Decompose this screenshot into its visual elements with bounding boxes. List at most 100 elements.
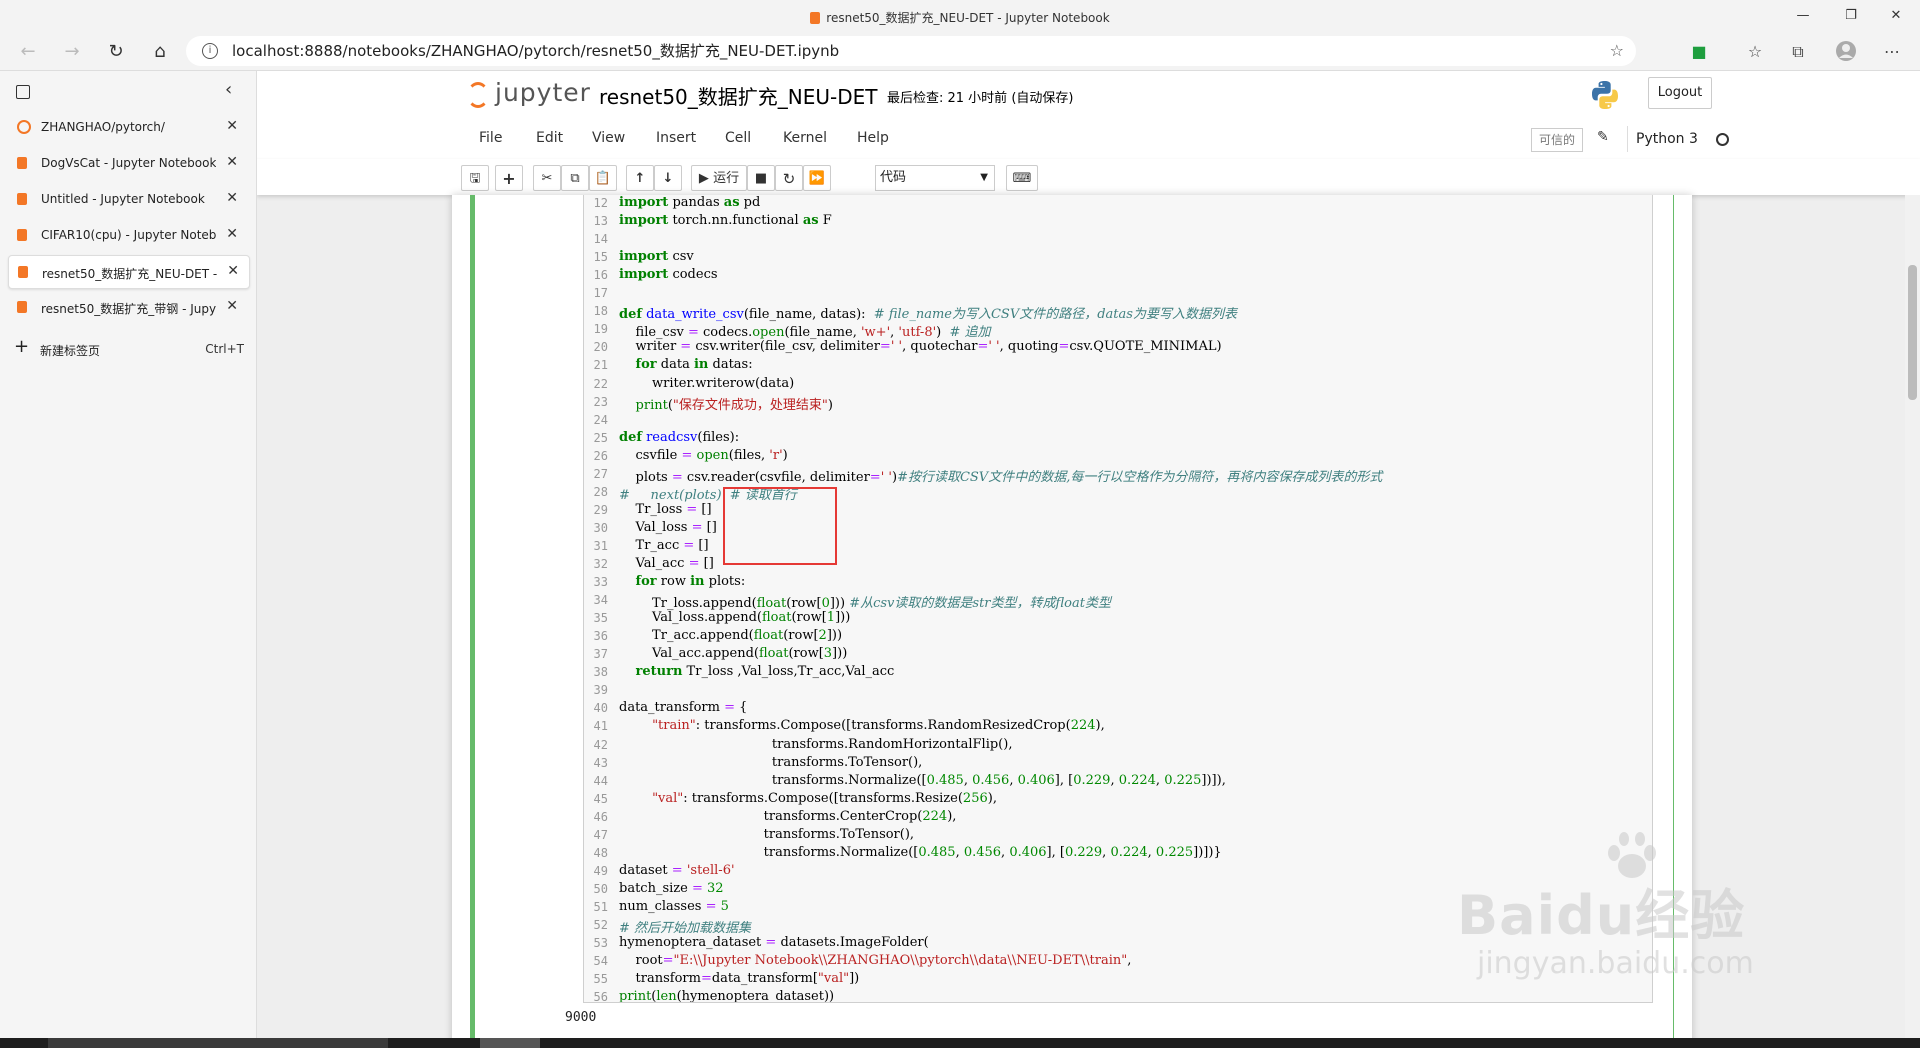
scrollbar-thumb[interactable] — [1908, 265, 1917, 400]
restart-button[interactable]: ↻ — [775, 165, 803, 191]
tab-item[interactable]: DogVsCat - Jupyter Notebook ✕ — [8, 147, 248, 179]
code-line: for data in datas: — [635, 357, 753, 373]
minimize-button[interactable]: — — [1783, 4, 1823, 28]
code-line: import pandas as pd — [619, 195, 761, 210]
close-tab-icon[interactable]: ✕ — [227, 263, 239, 279]
tab-actions-icon[interactable] — [16, 85, 30, 99]
line-number: 12 — [593, 196, 608, 210]
line-number: 50 — [593, 881, 608, 896]
new-tab-button[interactable]: + 新建标签页 Ctrl+T — [14, 336, 244, 361]
site-info-icon[interactable]: i — [202, 43, 218, 59]
move-up-button[interactable]: ↑ — [626, 165, 654, 191]
close-tab-icon[interactable]: ✕ — [226, 154, 238, 170]
line-number: 18 — [593, 304, 608, 319]
close-tab-icon[interactable]: ✕ — [226, 298, 238, 314]
home-icon[interactable]: ⌂ — [146, 38, 174, 66]
logout-button[interactable]: Logout — [1648, 77, 1712, 109]
favorite-star-icon[interactable]: ☆ — [1610, 36, 1624, 66]
paste-button[interactable]: 📋 — [589, 165, 617, 191]
copy-button[interactable]: ⧉ — [561, 165, 589, 191]
menu-file[interactable]: File — [479, 130, 502, 146]
notebook-name[interactable]: resnet50_数据扩充_NEU-DET — [599, 81, 878, 110]
edit-mode-icon: ✎ — [1597, 129, 1609, 145]
taskbar-item[interactable] — [480, 1038, 540, 1048]
menu-edit[interactable]: Edit — [536, 130, 563, 146]
taskbar-item[interactable] — [48, 1038, 388, 1048]
code-line: for row in plots: — [635, 574, 746, 590]
line-number: 49 — [593, 863, 608, 878]
line-number: 51 — [593, 899, 608, 914]
code-line: transforms.ToTensor(), — [619, 754, 923, 770]
tab-item-active[interactable]: resnet50_数据扩充_NEU-DET - Jupyter Notebook… — [8, 255, 250, 289]
cut-button[interactable]: ✂ — [533, 165, 561, 191]
extension-icon[interactable]: ■ — [1687, 40, 1711, 64]
forward-icon[interactable]: → — [58, 38, 86, 66]
code-editor[interactable]: 12 13 14 15 16 17 18 19 20 21 22 23 24 25 26 27 28 29 30 31… — [583, 195, 1653, 1003]
tab-item[interactable]: CIFAR10(cpu) - Jupyter Notebook ✕ — [8, 219, 248, 251]
line-number: 17 — [593, 286, 608, 301]
maximize-button[interactable]: ❐ — [1831, 4, 1871, 28]
collections-icon[interactable]: ⧉ — [1786, 40, 1810, 64]
cell-type-value: 代码 — [880, 170, 907, 185]
tab-label: resnet50_数据扩充_NEU-DET - Jupyter Notebook — [42, 267, 217, 281]
menu-cell[interactable]: Cell — [725, 130, 751, 146]
code-line: transforms.RandomHorizontalFlip(), — [619, 736, 1013, 752]
kernel-indicator: Python 3 — [1627, 126, 1733, 152]
code-line: num_classes = 5 — [619, 898, 729, 914]
code-line: print("保存文件成功，处理结束") — [635, 397, 833, 413]
move-down-button[interactable]: ↓ — [654, 165, 682, 191]
trusted-indicator[interactable]: 可信的 — [1531, 128, 1583, 152]
line-number: 16 — [593, 268, 608, 283]
insert-cell-button[interactable]: + — [495, 165, 523, 191]
tab-item[interactable]: resnet50_数据扩充_带钢 - Jupyter Notebook ✕ — [8, 291, 248, 323]
code-line: data_transform = { — [619, 700, 748, 716]
cell-type-select[interactable]: 代码 ▼ — [875, 165, 995, 191]
jupyter-header: jupyter resnet50_数据扩充_NEU-DET 最后检查: 21 小… — [257, 71, 1920, 120]
refresh-icon[interactable]: ↻ — [102, 38, 130, 66]
profile-avatar-icon[interactable] — [1834, 40, 1858, 64]
close-tab-icon[interactable]: ✕ — [226, 226, 238, 242]
code-line: Val_acc.append(float(row[3])) — [619, 646, 848, 662]
code-line: "val": transforms.Compose([transforms.Re… — [652, 790, 997, 806]
code-line: "train": transforms.Compose([transforms.… — [652, 718, 1105, 734]
close-tab-icon[interactable]: ✕ — [226, 118, 238, 134]
code-line: import codecs — [619, 267, 718, 283]
close-window-button[interactable]: ✕ — [1876, 4, 1916, 28]
window-titlebar: resnet50_数据扩充_NEU-DET - Jupyter Notebook… — [0, 0, 1920, 32]
tab-label: DogVsCat - Jupyter Notebook — [41, 156, 216, 170]
line-number: 48 — [593, 845, 608, 860]
tab-item[interactable]: Untitled - Jupyter Notebook ✕ — [8, 183, 248, 215]
favorites-icon[interactable]: ☆ — [1743, 40, 1767, 64]
tab-item[interactable]: ZHANGHAO/pytorch/ ✕ — [8, 111, 248, 143]
code-line: Tr_loss.append(float(row[0])) #从csv读取的数据… — [619, 596, 1111, 612]
tab-label: Untitled - Jupyter Notebook — [41, 192, 205, 206]
line-number: 31 — [593, 538, 608, 553]
menu-help[interactable]: Help — [857, 130, 889, 146]
line-number: 20 — [593, 340, 608, 355]
command-palette-button[interactable]: ⌨ — [1006, 165, 1038, 191]
menu-kernel[interactable]: Kernel — [783, 130, 827, 146]
jupyter-ring-icon — [17, 120, 31, 134]
restart-run-all-button[interactable]: ⏩ — [803, 165, 831, 191]
line-number: 43 — [593, 755, 608, 770]
line-number: 13 — [593, 214, 608, 229]
close-tab-icon[interactable]: ✕ — [226, 190, 238, 206]
line-number: 52 — [593, 918, 608, 932]
checkpoint-status: 最后检查: 21 小时前 (自动保存) — [887, 91, 1074, 106]
interrupt-button[interactable]: ■ — [747, 165, 775, 191]
tab-label: resnet50_数据扩充_带钢 - Jupyter Notebook — [41, 302, 216, 316]
line-number: 53 — [593, 936, 608, 951]
line-number: 24 — [593, 412, 608, 427]
back-icon[interactable]: ← — [14, 38, 42, 66]
code-line: transforms.Normalize([0.485, 0.456, 0.40… — [619, 772, 1226, 788]
page-scrollbar[interactable] — [1905, 195, 1920, 1048]
collapse-panel-icon[interactable]: ‹ — [225, 79, 232, 100]
more-options-icon[interactable]: ⋯ — [1880, 40, 1904, 64]
notebook-menubar: File Edit View Insert Cell Kernel Help 可… — [257, 120, 1920, 160]
code-cell[interactable]: 12 13 14 15 16 17 18 19 20 21 22 23 24 25 26 27 28 29 30 31… — [470, 195, 1674, 1048]
menu-insert[interactable]: Insert — [656, 130, 696, 146]
run-button[interactable]: ▶ 运行 — [691, 165, 747, 191]
menu-view[interactable]: View — [592, 130, 625, 146]
save-button[interactable]: 🖫 — [461, 165, 489, 191]
address-bar[interactable]: i localhost:8888/notebooks/ZHANGHAO/pyto… — [186, 36, 1636, 66]
